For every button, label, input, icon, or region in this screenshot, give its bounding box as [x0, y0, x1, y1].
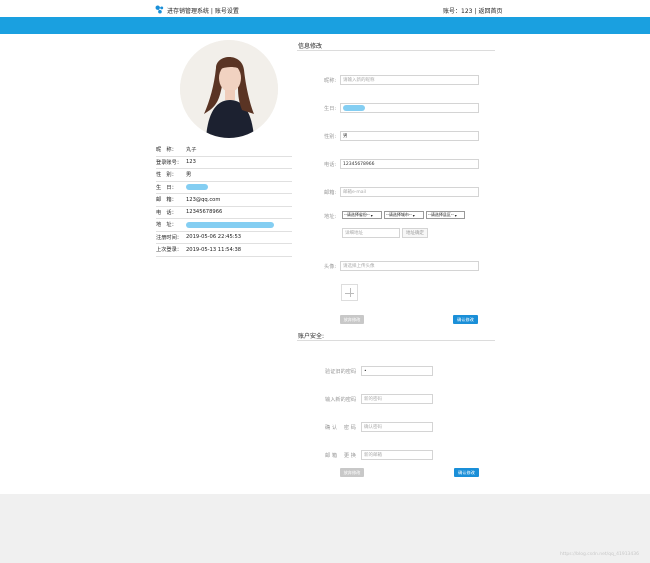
birthday-label: 生日: — [324, 106, 337, 112]
profile-row-nickname: 昵 称： 丸子 — [156, 144, 292, 157]
city-select[interactable]: --请选择城市-- ▾ — [384, 211, 424, 219]
profile-value: 123 — [186, 159, 196, 166]
profile-value: 123@qq.com — [186, 196, 221, 203]
profile-value: 12345678966 — [186, 209, 223, 216]
profile-label: 登录账号： — [156, 159, 182, 166]
address-detail-input[interactable]: 详细地址 — [342, 228, 400, 238]
app-logo-icon — [155, 5, 164, 14]
watermark: https://blog.csdn.net/qq_41913436 — [560, 552, 640, 557]
email-label: 邮箱: — [324, 190, 337, 196]
new-email-input[interactable]: 新的邮箱 — [361, 450, 433, 460]
profile-row-email: 邮 箱： 123@qq.com — [156, 194, 292, 207]
redacted-value — [186, 184, 208, 191]
province-select-value: --请选择省份-- — [344, 212, 370, 217]
old-password-label: 验证旧的密码 — [325, 369, 357, 375]
security-submit-button[interactable]: 确认修改 — [454, 468, 479, 477]
city-select-value: --请选择城市-- — [386, 212, 412, 217]
security-form-title: 账户安全: — [298, 333, 325, 340]
confirm-password-input[interactable]: 确认密码 — [361, 422, 433, 432]
upload-plus-icon[interactable] — [341, 284, 358, 301]
chevron-down-icon: ▾ — [412, 212, 415, 218]
profile-row-address: 地 址： — [156, 219, 292, 232]
province-select[interactable]: --请选择省份-- ▾ — [342, 211, 382, 219]
profile-value: 2019-05-06 22:45:53 — [186, 234, 242, 241]
address-confirm-button[interactable]: 地址确定 — [402, 228, 428, 238]
profile-row-phone: 电 话： 12345678966 — [156, 207, 292, 219]
avatar-label: 头像: — [324, 264, 337, 270]
new-password-input[interactable]: 新的密码 — [361, 394, 433, 404]
district-select[interactable]: --请选择县区-- ▾ — [426, 211, 465, 219]
app-title: 进存销管理系统 | 账号设置 — [167, 8, 239, 15]
divider — [297, 50, 495, 51]
profile-value: 男 — [186, 172, 192, 179]
redacted-value — [186, 221, 274, 228]
profile-label: 地 址： — [156, 222, 177, 229]
header-separator: | — [474, 8, 477, 15]
gender-label: 性别: — [324, 134, 337, 140]
birthday-input[interactable] — [340, 103, 479, 113]
confirm-password-label: 确 认 密 码 — [325, 425, 356, 431]
profile-row-last-login: 上次登录： 2019-05-13 11:54:38 — [156, 244, 292, 257]
phone-input[interactable]: 12345678966 — [340, 159, 479, 169]
divider — [297, 340, 495, 341]
account-label: 账号：123 — [443, 8, 473, 15]
profile-value: 2019-05-13 11:54:38 — [186, 246, 242, 253]
back-home-link[interactable]: 返回首页 — [478, 8, 502, 15]
profile-row-registered: 注册时间： 2019-05-06 22:45:53 — [156, 232, 292, 244]
new-email-label: 邮 箱 更 换 — [325, 453, 356, 459]
avatar-file-input[interactable]: 请选择上传头像 — [340, 261, 479, 271]
email-input[interactable]: 邮箱e-mail — [340, 187, 479, 197]
profile-label: 电 话： — [156, 209, 177, 216]
info-submit-button[interactable]: 确认修改 — [453, 315, 478, 324]
old-password-input[interactable]: • — [361, 366, 433, 376]
profile-label: 生 日： — [156, 184, 177, 191]
top-bar: 进存销管理系统 | 账号设置 账号：123 | 返回首页 — [0, 0, 650, 17]
profile-list: 昵 称： 丸子 登录账号： 123 性 别： 男 生 日： 邮 箱： 123@q… — [156, 144, 292, 257]
profile-label: 性 别： — [156, 172, 177, 179]
profile-row-gender: 性 别： 男 — [156, 169, 292, 182]
profile-row-birthday: 生 日： — [156, 182, 292, 194]
phone-label: 电话: — [324, 162, 337, 168]
avatar — [180, 40, 278, 138]
profile-label: 邮 箱： — [156, 197, 177, 204]
account-area: 账号：123 | 返回首页 — [443, 6, 503, 15]
profile-label: 注册时间： — [156, 234, 182, 241]
info-form-title: 信息修改 — [298, 43, 323, 50]
chevron-down-icon: ▾ — [454, 212, 457, 218]
nickname-label: 昵称: — [324, 78, 337, 84]
header-band — [0, 17, 650, 34]
security-cancel-button[interactable]: 放弃修改 — [340, 468, 364, 477]
new-password-label: 输入新的密码 — [325, 397, 357, 403]
address-label: 地址: — [324, 214, 337, 220]
profile-value: 丸子 — [186, 147, 197, 154]
redacted-value — [343, 105, 365, 111]
nickname-input[interactable]: 请输入新的昵称 — [340, 75, 479, 85]
gender-input[interactable]: 男 — [340, 131, 479, 141]
profile-row-account: 登录账号： 123 — [156, 157, 292, 169]
chevron-down-icon: ▾ — [370, 212, 373, 218]
profile-label: 昵 称： — [156, 147, 177, 154]
info-cancel-button[interactable]: 放弃修改 — [340, 315, 364, 324]
profile-label: 上次登录： — [156, 247, 182, 254]
page: 进存销管理系统 | 账号设置 账号：123 | 返回首页 昵 称： 丸子 登录账号：… — [0, 0, 650, 494]
district-select-value: --请选择县区-- — [428, 212, 454, 217]
avatar-image — [180, 40, 278, 138]
